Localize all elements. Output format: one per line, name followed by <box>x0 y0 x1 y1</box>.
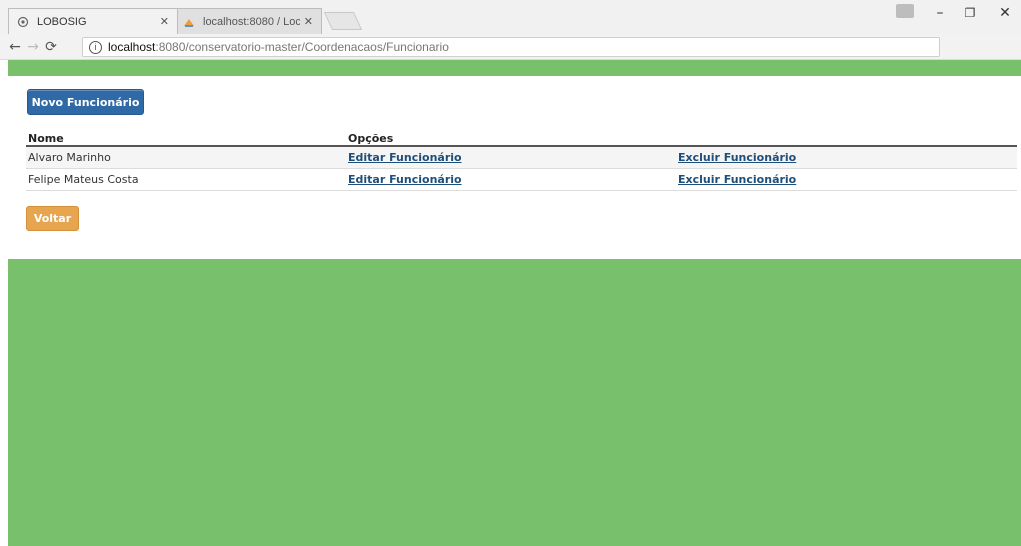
employee-name: Alvaro Marinho <box>26 146 346 169</box>
restore-icon[interactable]: ❐ <box>955 0 985 26</box>
url-path: :8080/conservatorio-master/Coordenacaos/… <box>155 40 449 54</box>
profile-icon[interactable] <box>896 4 914 18</box>
delete-employee-link[interactable]: Excluir Funcionário <box>678 151 796 164</box>
tab-label: localhost:8080 / Local Da <box>203 15 300 28</box>
edit-employee-link[interactable]: Editar Funcionário <box>348 173 462 186</box>
close-window-icon[interactable]: ✕ <box>990 0 1020 26</box>
employee-table: Nome Opções Alvaro Marinho Editar Funcio… <box>26 129 1017 191</box>
column-header-empty <box>676 129 1017 147</box>
close-tab-icon[interactable]: ✕ <box>160 15 169 28</box>
new-tab-button[interactable] <box>323 12 363 30</box>
table-header-row: Nome Opções <box>26 129 1017 147</box>
delete-employee-link[interactable]: Excluir Funcionário <box>678 173 796 186</box>
tab-strip: LOBOSIG ✕ localhost:8080 / Local Da ✕ – … <box>0 0 1021 34</box>
address-bar[interactable]: i localhost:8080/conservatorio-master/Co… <box>82 37 940 57</box>
phpmyadmin-icon <box>183 16 195 28</box>
tab-lobosig[interactable]: LOBOSIG ✕ <box>8 8 178 34</box>
reload-icon[interactable]: ⟳ <box>42 37 60 57</box>
back-arrow-icon[interactable]: ← <box>6 37 24 57</box>
employee-name: Felipe Mateus Costa <box>26 168 346 191</box>
forward-arrow-icon[interactable]: → <box>24 37 42 57</box>
info-icon[interactable]: i <box>89 40 102 54</box>
tab-label: LOBOSIG <box>37 15 87 28</box>
table-row: Felipe Mateus Costa Editar Funcionário E… <box>26 168 1017 191</box>
header-band <box>8 60 1021 76</box>
table-row: Alvaro Marinho Editar Funcionário Exclui… <box>26 146 1017 169</box>
gear-icon <box>17 16 29 28</box>
page-content: Novo Funcionário Nome Opções Alvaro Mari… <box>0 60 1021 546</box>
back-button[interactable]: Voltar <box>26 206 79 231</box>
close-tab-icon[interactable]: ✕ <box>304 15 313 28</box>
new-employee-button[interactable]: Novo Funcionário <box>27 89 144 115</box>
tab-phpmyadmin[interactable]: localhost:8080 / Local Da ✕ <box>174 8 322 34</box>
column-header-options: Opções <box>346 129 676 147</box>
url-host: localhost <box>108 40 156 54</box>
minimize-icon[interactable]: – <box>925 0 955 26</box>
browser-toolbar: ← → ⟳ i localhost:8080/conservatorio-mas… <box>0 34 1021 89</box>
footer-band <box>8 259 1021 546</box>
edit-employee-link[interactable]: Editar Funcionário <box>348 151 462 164</box>
column-header-name: Nome <box>26 129 346 147</box>
